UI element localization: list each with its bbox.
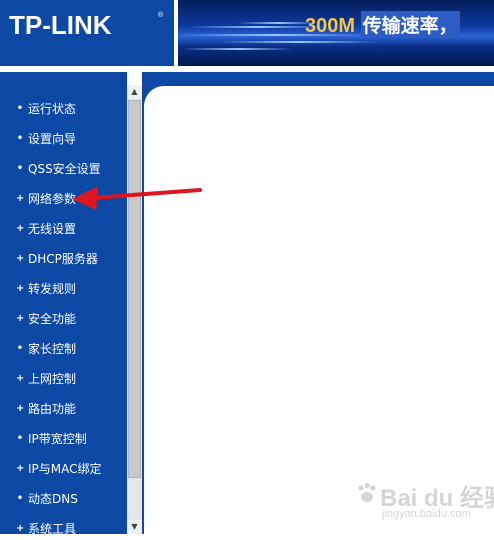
bullet-icon: • <box>16 133 24 144</box>
sidebar-item-label[interactable]: 设置向导 <box>28 128 76 150</box>
sidebar-item[interactable]: + IP与MAC绑定 <box>0 458 127 480</box>
watermark-url: jingyan.baidu.com <box>382 508 471 520</box>
plus-icon: + <box>16 283 25 294</box>
sidebar-item[interactable]: • 家长控制 <box>0 338 127 360</box>
sidebar-item-label[interactable]: 家长控制 <box>28 338 76 360</box>
plus-icon: + <box>16 463 25 474</box>
sidebar-item-label[interactable]: QSS安全设置 <box>28 158 101 180</box>
baidu-watermark: Bai du 经验 jingyan.baidu.com <box>356 478 494 528</box>
plus-icon: + <box>16 253 25 264</box>
sidebar-item[interactable]: + 路由功能 <box>0 398 127 420</box>
sidebar-item-label[interactable]: 转发规则 <box>28 278 76 300</box>
scroll-down-icon[interactable]: ▼ <box>127 520 142 534</box>
sidebar-item[interactable]: • 设置向导 <box>0 128 127 150</box>
bullet-icon: • <box>16 493 24 504</box>
sidebar-item[interactable]: + 无线设置 <box>0 218 127 240</box>
plus-icon: + <box>16 373 25 384</box>
red-arrow-icon <box>72 186 202 210</box>
sidebar-item-label[interactable]: IP带宽控制 <box>28 428 87 450</box>
sidebar-item[interactable]: • 运行状态 <box>0 98 127 120</box>
bullet-icon: • <box>16 163 24 174</box>
plus-icon: + <box>16 313 25 324</box>
sidebar-item[interactable]: + 系统工具 <box>0 518 127 540</box>
sidebar-item[interactable]: + 上网控制 <box>0 368 127 390</box>
plus-icon: + <box>16 223 25 234</box>
banner-slogan: 300M 传输速率， <box>305 11 460 38</box>
banner-speed: 300M <box>305 15 356 37</box>
sidebar-item-label[interactable]: 上网控制 <box>28 368 76 390</box>
plus-icon: + <box>16 403 25 414</box>
plus-icon: + <box>16 523 25 534</box>
bullet-icon: • <box>16 343 24 354</box>
bullet-icon: • <box>16 433 24 444</box>
tp-link-logo: TP-LINK <box>9 10 112 40</box>
bullet-icon: • <box>16 103 24 114</box>
plus-icon: + <box>16 193 25 204</box>
sidebar-item[interactable]: + 安全功能 <box>0 308 127 330</box>
paw-icon <box>358 482 376 502</box>
banner: 300M 传输速率， <box>178 0 494 66</box>
sidebar-scrollbar[interactable]: ▲ ▼ <box>127 85 142 534</box>
sidebar-item-label[interactable]: DHCP服务器 <box>28 248 98 270</box>
registered-mark: ® <box>158 12 164 19</box>
logo-area: TP-LINK ® <box>0 0 178 66</box>
sidebar-item[interactable]: • IP带宽控制 <box>0 428 127 450</box>
sidebar-item[interactable]: • 动态DNS <box>0 488 127 510</box>
sidebar-item-label[interactable]: IP与MAC绑定 <box>28 458 102 480</box>
sidebar-item[interactable]: + DHCP服务器 <box>0 248 127 270</box>
banner-text: 传输速率， <box>360 11 460 38</box>
sidebar-item[interactable]: • QSS安全设置 <box>0 158 127 180</box>
sidebar-item-label[interactable]: 无线设置 <box>28 218 76 240</box>
header: TP-LINK ® 300M 传输速率， <box>0 0 494 66</box>
main-content-area <box>144 86 494 534</box>
sidebar-item-label[interactable]: 安全功能 <box>28 308 76 330</box>
sidebar-item-label[interactable]: 系统工具 <box>28 518 76 540</box>
scroll-up-icon[interactable]: ▲ <box>127 85 142 99</box>
scroll-thumb[interactable] <box>128 100 141 478</box>
sidebar-item-label[interactable]: 路由功能 <box>28 398 76 420</box>
sidebar-item[interactable]: + 转发规则 <box>0 278 127 300</box>
sidebar-item-label[interactable]: 运行状态 <box>28 98 76 120</box>
sidebar-item-label[interactable]: 动态DNS <box>28 488 78 510</box>
